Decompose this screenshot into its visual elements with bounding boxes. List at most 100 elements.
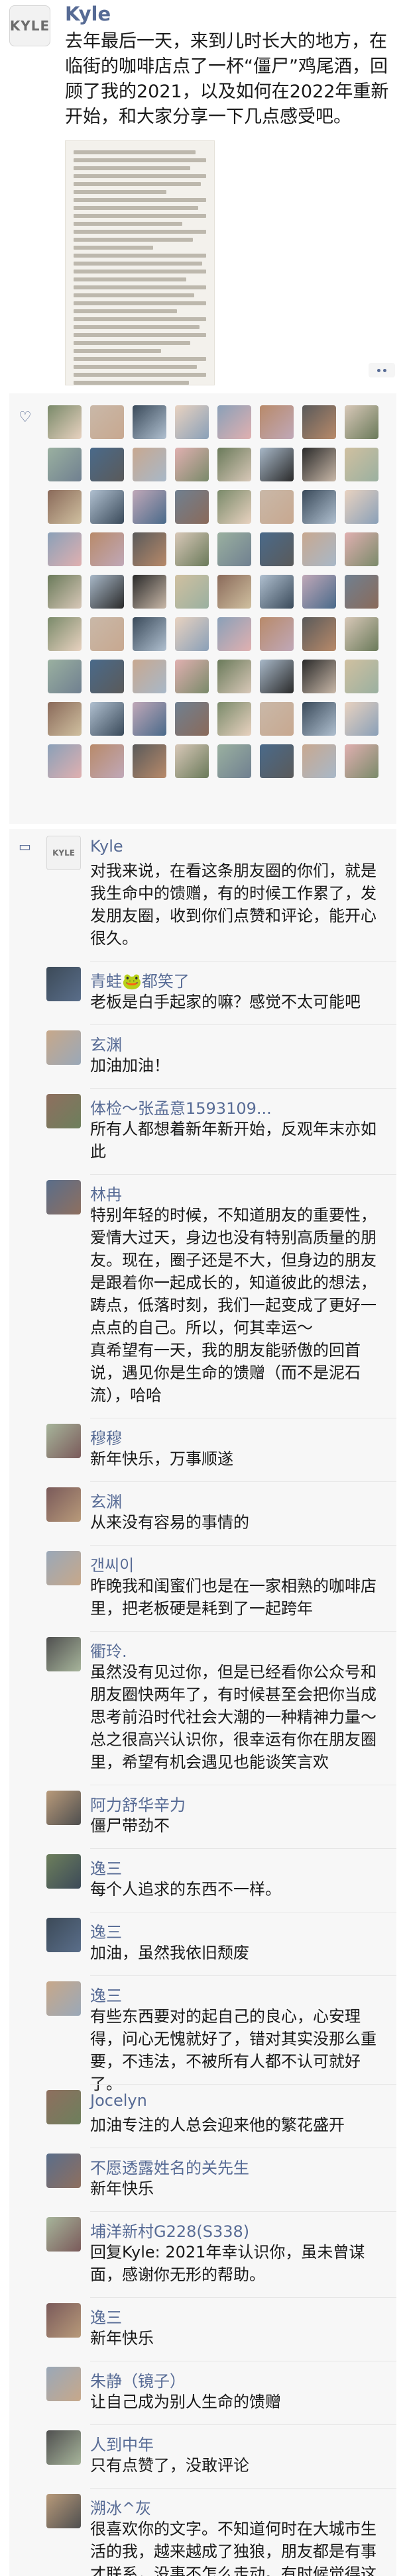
author-avatar[interactable]: KYLE [9,5,50,46]
like-avatar[interactable] [345,744,378,778]
like-avatar[interactable] [217,490,251,524]
commenter-name[interactable]: 林冉 [90,1181,122,1205]
commenter-avatar[interactable] [46,2154,81,2188]
commenter-name[interactable]: 玄渊 [90,1489,122,1512]
commenter-name[interactable]: Kyle [90,837,123,856]
comment-text[interactable]: 老板是白手起家的嘛？感觉不太可能吧 [90,991,382,1013]
like-avatar[interactable] [48,490,82,524]
like-avatar[interactable] [260,490,294,524]
commenter-avatar[interactable] [46,2303,81,2338]
commenter-avatar[interactable] [46,1180,81,1214]
like-avatar[interactable] [90,405,124,439]
like-avatar[interactable] [48,617,82,651]
like-avatar[interactable] [345,405,378,439]
commenter-name[interactable]: 逸三 [90,1919,122,1942]
like-avatar[interactable] [217,744,251,778]
like-avatar[interactable] [260,405,294,439]
commenter-avatar[interactable] [46,2430,81,2465]
like-avatar[interactable] [302,702,336,736]
like-avatar[interactable] [217,405,251,439]
like-avatar[interactable] [217,575,251,609]
like-avatar[interactable] [48,532,82,566]
commenter-name[interactable]: 埔洋新村G228(S338) [90,2218,249,2242]
commenter-name[interactable]: 衢玲. [90,1638,127,1661]
commenter-name[interactable]: 溯冰^灰 [90,2495,151,2518]
like-avatar[interactable] [175,490,209,524]
comment-text[interactable]: 从来没有容易的事情的 [90,1511,382,1534]
commenter-avatar[interactable] [46,2494,81,2528]
like-avatar[interactable] [90,744,124,778]
like-avatar[interactable] [302,532,336,566]
like-avatar[interactable] [90,448,124,481]
like-avatar[interactable] [260,448,294,481]
comment-text[interactable]: 加油加油！ [90,1054,382,1077]
comment-text[interactable]: 只有点赞了，没敢评论 [90,2454,382,2477]
commenter-name[interactable]: 体检～张孟意1593109... [90,1095,272,1118]
comment-text[interactable]: 新年快乐 [90,2177,382,2200]
comment-text[interactable]: 特别年轻的时候，不知道朋友的重要性，爱情大过天，身边也没有特别高质量的朋友。现在… [90,1204,382,1407]
like-avatar[interactable] [217,448,251,481]
like-avatar[interactable] [90,702,124,736]
commenter-avatar[interactable] [46,1551,81,1585]
like-avatar[interactable] [175,575,209,609]
like-avatar[interactable] [90,532,124,566]
like-avatar[interactable] [345,490,378,524]
commenter-name[interactable]: 玄渊 [90,1032,122,1055]
like-avatar[interactable] [302,490,336,524]
commenter-name[interactable]: 逸三 [90,1983,122,2006]
commenter-name[interactable]: 穆穆 [90,1425,122,1448]
commenter-name[interactable]: 갠씨이 [90,1552,134,1575]
like-avatar[interactable] [90,490,124,524]
commenter-avatar[interactable] [46,2217,81,2252]
like-avatar[interactable] [133,660,166,693]
like-avatar[interactable] [302,448,336,481]
like-avatar[interactable] [48,575,82,609]
comment-text[interactable]: 僵尸带劲不 [90,1814,382,1837]
like-avatar[interactable] [345,702,378,736]
commenter-avatar[interactable] [46,2090,81,2124]
like-avatar[interactable] [260,617,294,651]
author-name[interactable]: Kyle [65,3,111,25]
commenter-avatar[interactable] [46,1030,81,1065]
commenter-avatar[interactable] [46,1854,81,1889]
like-avatar[interactable] [175,448,209,481]
like-avatar[interactable] [175,405,209,439]
like-avatar[interactable] [133,575,166,609]
comment-text[interactable]: 加油，虽然我依旧颓废 [90,1942,382,1964]
post-photo[interactable] [65,140,215,385]
commenter-avatar[interactable] [46,1637,81,1671]
commenter-name[interactable]: Jocelyn [90,2091,147,2110]
like-avatar[interactable] [48,744,82,778]
commenter-avatar[interactable] [46,1487,81,1522]
like-avatar[interactable] [175,532,209,566]
commenter-avatar[interactable] [46,1918,81,1952]
like-avatar[interactable] [48,405,82,439]
commenter-avatar[interactable]: KYLE [46,836,81,870]
commenter-name[interactable]: 不愿透露姓名的关先生 [90,2155,249,2178]
like-avatar[interactable] [302,744,336,778]
commenter-avatar[interactable] [46,2367,81,2401]
commenter-name[interactable]: 逸三 [90,2304,122,2328]
like-avatar[interactable] [302,617,336,651]
like-avatar[interactable] [345,617,378,651]
comment-text[interactable]: 回复Kyle: 2021年幸认识你，虽未曾谋面，感谢你无形的帮助。 [90,2241,382,2286]
like-avatar[interactable] [217,660,251,693]
like-avatar[interactable] [133,448,166,481]
like-avatar[interactable] [345,660,378,693]
like-avatar[interactable] [175,660,209,693]
like-avatar[interactable] [260,575,294,609]
commenter-avatar[interactable] [46,1094,81,1128]
like-avatar[interactable] [217,702,251,736]
comment-text[interactable]: 加油专注的人总会迎来他的繁花盛开 [90,2114,382,2136]
comment-text[interactable]: 有些东西要对的起自己的良心，心安理得，问心无愧就好了，错对其实没那么重要，不违法… [90,2005,382,2095]
like-avatar[interactable] [175,617,209,651]
like-avatar[interactable] [302,405,336,439]
like-avatar[interactable] [133,744,166,778]
commenter-avatar[interactable] [46,1424,81,1458]
commenter-avatar[interactable] [46,967,81,1001]
like-avatar[interactable] [345,448,378,481]
like-avatar[interactable] [90,660,124,693]
like-avatar[interactable] [133,405,166,439]
like-avatar[interactable] [302,660,336,693]
like-avatar[interactable] [133,617,166,651]
